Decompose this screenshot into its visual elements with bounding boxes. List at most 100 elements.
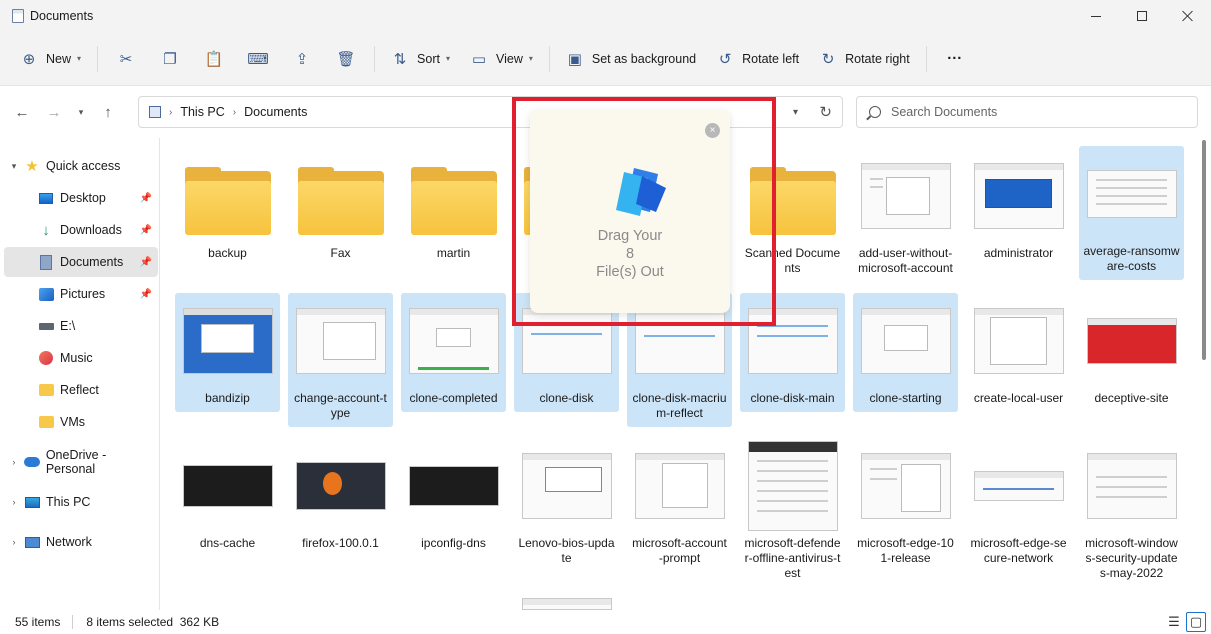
new-label: New	[46, 51, 72, 66]
image-tile[interactable]: microsoft-defender-offline-antivirus-tes…	[740, 438, 845, 587]
image-tile[interactable]: administrator	[966, 148, 1071, 267]
more-options-button[interactable]: ···	[933, 42, 977, 76]
address-history-chevron-icon[interactable]: ▾	[793, 107, 798, 118]
breadcrumb-documents[interactable]: Documents	[244, 105, 307, 119]
image-tile[interactable]: average-ransomware-costs	[1079, 146, 1184, 280]
sidebar-item-label: This PC	[46, 495, 91, 509]
tiles-view-button[interactable]: ▢	[1186, 612, 1206, 632]
close-window-button[interactable]	[1165, 0, 1211, 32]
sidebar-item-reflect[interactable]: Reflect	[4, 375, 158, 405]
sidebar-item-music[interactable]: Music	[4, 343, 158, 373]
sidebar-item-label: OneDrive - Personal	[45, 448, 107, 476]
image-tile[interactable]: deceptive-site	[1079, 293, 1184, 412]
back-button[interactable]: ←	[6, 96, 38, 128]
sidebar-item-documents[interactable]: Documents 📌	[4, 247, 158, 277]
expand-chevron-icon[interactable]: ›	[4, 457, 24, 467]
image-tile[interactable]: change-account-type	[288, 293, 393, 427]
set-as-background-button[interactable]: ▣ Set as background	[556, 42, 706, 76]
up-button[interactable]: ↑	[92, 96, 124, 128]
image-tile[interactable]: clone-disk-main	[740, 293, 845, 412]
image-tile[interactable]: microsoft-windows-security-updates-may-2…	[1079, 438, 1184, 587]
delete-button[interactable]: 🗑	[324, 42, 368, 76]
window-title: Documents	[30, 9, 94, 23]
folder-tile[interactable]: Scanned Documents	[740, 148, 845, 282]
drag-files-out-popup[interactable]: × Drag Your 8 File(s) Out	[530, 110, 730, 313]
drag-line-3: File(s) Out	[596, 264, 664, 280]
sidebar-item-this-pc[interactable]: › This PC	[4, 487, 158, 517]
sidebar-item-vms[interactable]: VMs	[4, 407, 158, 437]
breadcrumb-this-pc[interactable]: This PC	[180, 105, 224, 119]
expand-chevron-icon[interactable]: ▾	[4, 161, 24, 172]
file-name: clone-completed	[409, 391, 498, 405]
sidebar-item-desktop[interactable]: Desktop 📌	[4, 183, 158, 213]
wallpaper-icon: ▣	[567, 50, 582, 68]
vertical-scrollbar[interactable]	[1202, 140, 1206, 360]
pin-icon: 📌	[139, 256, 152, 268]
recent-locations-button[interactable]: ▾	[70, 96, 92, 128]
download-icon: ↓	[42, 221, 50, 239]
cut-icon: ✂	[119, 50, 133, 68]
maximize-button[interactable]	[1119, 0, 1165, 32]
rename-button[interactable]: ⌨	[236, 42, 280, 76]
image-tile[interactable]: create-local-user	[966, 293, 1071, 412]
share-button[interactable]: ⇪	[280, 42, 324, 76]
folder-tile[interactable]: Fax	[288, 148, 393, 267]
image-tile[interactable]: clone-starting	[853, 293, 958, 412]
divider	[374, 45, 376, 72]
window-controls	[1073, 0, 1211, 32]
cut-button[interactable]: ✂	[104, 42, 148, 76]
sidebar-item-downloads[interactable]: ↓ Downloads 📌	[4, 215, 158, 245]
sidebar-item-label: Music	[60, 351, 93, 365]
details-view-button[interactable]: ☰	[1164, 612, 1184, 632]
rotate-right-label: Rotate right	[845, 51, 910, 66]
image-tile[interactable]: firefox-100.0.1	[288, 438, 393, 557]
image-thumbnail	[860, 453, 951, 519]
sidebar-item-label: VMs	[60, 415, 85, 429]
paste-button[interactable]: 📋	[192, 42, 236, 76]
image-tile[interactable]: clone-completed	[401, 293, 506, 412]
image-tile[interactable]: Lenovo-bios-update	[514, 438, 619, 572]
minimize-button[interactable]	[1073, 0, 1119, 32]
refresh-icon[interactable]: ↻	[819, 103, 832, 121]
image-thumbnail	[1086, 453, 1177, 519]
image-tile[interactable]: microsoft-edge-101-release	[853, 438, 958, 572]
expand-chevron-icon[interactable]: ›	[4, 497, 24, 507]
music-icon	[38, 350, 54, 366]
sort-label: Sort	[417, 51, 440, 66]
image-tile[interactable]	[514, 596, 619, 610]
image-tile[interactable]: clone-disk-macrium-reflect	[627, 293, 732, 427]
breadcrumb-separator-icon: ›	[232, 106, 237, 118]
copy-icon: ❐	[163, 50, 177, 68]
sidebar-item-e-drive[interactable]: E:\	[4, 311, 158, 341]
forward-button[interactable]: →	[38, 96, 70, 128]
image-tile[interactable]: microsoft-account-prompt	[627, 438, 732, 572]
sidebar-item-onedrive[interactable]: › OneDrive - Personal	[4, 447, 158, 477]
image-tile[interactable]: ipconfig-dns	[401, 438, 506, 557]
image-tile[interactable]: dns-cache	[175, 438, 280, 557]
item-count: 55 items	[15, 615, 61, 629]
image-tile[interactable]: add-user-without-microsoft-account	[853, 148, 958, 282]
arrow-left-icon: ←	[14, 103, 30, 121]
new-button[interactable]: ⊕ New ▾	[10, 42, 91, 76]
sidebar-item-pictures[interactable]: Pictures 📌	[4, 279, 158, 309]
sort-button[interactable]: ⇅ Sort ▾	[381, 42, 460, 76]
chevron-down-icon: ▾	[77, 54, 82, 63]
address-bar[interactable]: › This PC › Documents ▾ ↻	[138, 96, 843, 128]
file-name: microsoft-edge-101-release	[857, 536, 954, 565]
image-tile[interactable]: bandizip	[175, 293, 280, 412]
image-thumbnail	[634, 308, 725, 374]
search-input[interactable]	[891, 105, 1171, 119]
folder-tile[interactable]: backup	[175, 148, 280, 267]
search-box[interactable]	[856, 96, 1198, 128]
sidebar-item-network[interactable]: › Network	[4, 527, 158, 557]
maximize-icon	[1137, 11, 1147, 21]
rotate-right-button[interactable]: ↻ Rotate right	[809, 42, 920, 76]
sidebar-item-quick-access[interactable]: ▾ ★ Quick access	[4, 151, 158, 181]
image-tile[interactable]: microsoft-edge-secure-network	[966, 438, 1071, 572]
rotate-left-button[interactable]: ↺ Rotate left	[706, 42, 809, 76]
expand-chevron-icon[interactable]: ›	[4, 537, 24, 547]
close-popup-icon[interactable]: ×	[705, 123, 720, 138]
copy-button[interactable]: ❐	[148, 42, 192, 76]
view-button[interactable]: ▭ View ▾	[460, 42, 543, 76]
folder-tile[interactable]: martin	[401, 148, 506, 267]
